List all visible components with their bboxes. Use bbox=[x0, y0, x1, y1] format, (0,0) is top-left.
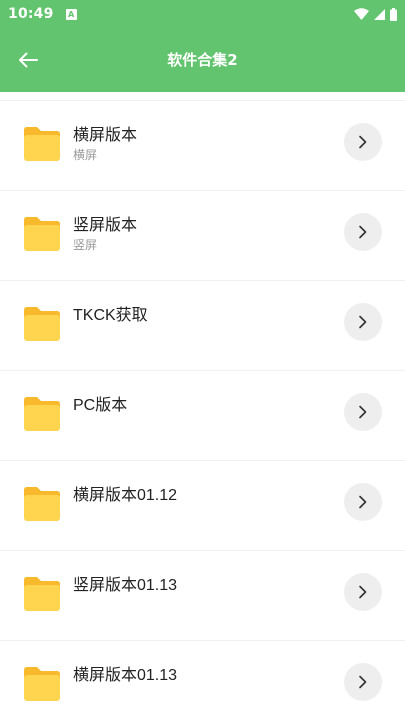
chevron-right-icon bbox=[359, 675, 367, 689]
item-title: 横屏版本01.12 bbox=[73, 487, 178, 504]
open-button[interactable] bbox=[344, 483, 382, 521]
page-title: 软件合集2 bbox=[167, 51, 238, 69]
folder-icon bbox=[24, 217, 60, 251]
chevron-right-icon bbox=[359, 225, 367, 239]
item-title: 横屏版本 bbox=[73, 127, 138, 144]
status-icons bbox=[354, 7, 397, 21]
item-subtitle: 横屏 bbox=[73, 148, 98, 162]
signal-icon bbox=[374, 8, 385, 20]
folder-icon bbox=[24, 577, 60, 611]
folder-icon bbox=[24, 667, 60, 701]
status-bar: 10:49 A bbox=[0, 0, 405, 28]
item-title: PC版本 bbox=[73, 397, 128, 414]
status-time: 10:49 bbox=[8, 6, 54, 22]
folder-icon bbox=[24, 487, 60, 521]
open-button[interactable] bbox=[344, 663, 382, 701]
list-item[interactable]: 横屏版本 横屏 bbox=[0, 101, 405, 191]
folder-list: 横屏版本 横屏 竖屏版本 竖屏 TKCK获取 PC版本 横屏版本01.12 竖屏… bbox=[0, 100, 405, 720]
folder-icon bbox=[24, 127, 60, 161]
chevron-right-icon bbox=[359, 405, 367, 419]
item-title: 横屏版本01.13 bbox=[73, 667, 178, 684]
item-title: TKCK获取 bbox=[73, 307, 148, 324]
list-item[interactable]: 横屏版本01.12 bbox=[0, 461, 405, 551]
wifi-icon bbox=[354, 8, 369, 20]
open-button[interactable] bbox=[344, 573, 382, 611]
folder-icon bbox=[24, 307, 60, 341]
list-item[interactable]: 竖屏版本 竖屏 bbox=[0, 191, 405, 281]
open-button[interactable] bbox=[344, 123, 382, 161]
item-title: 竖屏版本01.13 bbox=[73, 577, 178, 594]
notification-icon: A bbox=[65, 8, 77, 20]
chevron-right-icon bbox=[359, 315, 367, 329]
item-title: 竖屏版本 bbox=[73, 217, 138, 234]
app-bar: 软件合集2 bbox=[0, 28, 405, 92]
folder-icon bbox=[24, 397, 60, 431]
open-button[interactable] bbox=[344, 213, 382, 251]
open-button[interactable] bbox=[344, 303, 382, 341]
app-screen: 10:49 A 软件合集2 横屏版本 横屏 竖屏版本 竖屏 TKCK获取 PC版… bbox=[0, 0, 405, 720]
battery-icon bbox=[390, 7, 397, 21]
item-subtitle: 竖屏 bbox=[73, 238, 98, 252]
chevron-right-icon bbox=[359, 495, 367, 509]
open-button[interactable] bbox=[344, 393, 382, 431]
chevron-right-icon bbox=[359, 135, 367, 149]
list-item[interactable]: TKCK获取 bbox=[0, 281, 405, 371]
list-item[interactable]: PC版本 bbox=[0, 371, 405, 461]
list-item[interactable]: 竖屏版本01.13 bbox=[0, 551, 405, 641]
list-item[interactable]: 横屏版本01.13 bbox=[0, 641, 405, 720]
chevron-right-icon bbox=[359, 585, 367, 599]
